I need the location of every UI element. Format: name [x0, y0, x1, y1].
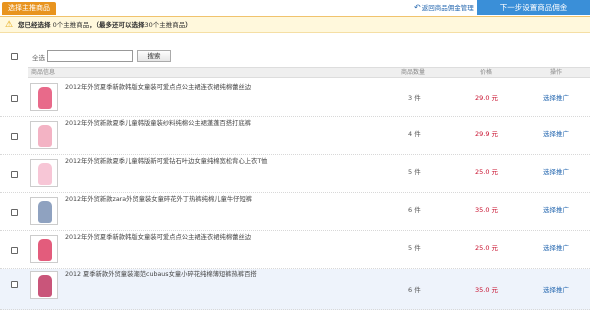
product-title: 2012年外贸新款夏季儿童韩版童装纱料纯棉公主裙蓬蓬百搭打底裤 — [65, 120, 252, 127]
row-checkbox[interactable] — [11, 95, 18, 102]
return-arrow-icon: ↶ — [414, 3, 421, 12]
product-price: 25.0 元 — [475, 168, 499, 176]
product-thumbnail[interactable] — [30, 83, 58, 111]
table-row: 2012年外贸夏季新款韩版女童装可爱点点公主裙连衣裙纯棉蕾丝边 5 件 25.0… — [0, 231, 590, 269]
garment-image — [38, 87, 52, 109]
product-quantity: 4 件 — [408, 130, 421, 138]
product-title: 2012年外贸新款zara外贸童装女童碎花外丁热裤纯棉儿童牛仔短裤 — [65, 196, 253, 203]
product-quantity: 6 件 — [408, 286, 421, 294]
table-row: 2012 夏季新款外贸童装潮范cubaus女童小碎花纯棉薄短裤热裤百搭 6 件 … — [0, 269, 590, 310]
garment-image — [38, 125, 52, 147]
back-to-commission-link[interactable]: ↶返回商品佣金管理 — [414, 2, 474, 14]
row-checkbox[interactable] — [11, 171, 18, 178]
product-quantity: 6 件 — [408, 206, 421, 214]
row-checkbox[interactable] — [11, 281, 18, 288]
notice-prefix: 您已经选择 — [18, 21, 51, 29]
product-price: 35.0 元 — [475, 206, 499, 214]
select-promote-link[interactable]: 选择推广 — [543, 130, 569, 138]
garment-image — [38, 201, 52, 223]
select-promote-link[interactable]: 选择推广 — [543, 286, 569, 294]
notice-remaining: 30个主推商品 — [144, 21, 186, 29]
product-thumbnail[interactable] — [30, 197, 58, 225]
select-promote-link[interactable]: 选择推广 — [543, 244, 569, 252]
table-row: 2012年外贸夏季新款韩版女童装可爱点点公主裙连衣裙纯棉蕾丝边 3 件 29.0… — [0, 79, 590, 117]
garment-image — [38, 239, 52, 261]
product-quantity: 5 件 — [408, 168, 421, 176]
notice-suffix: ，（最多还可以选择 — [89, 21, 145, 29]
header-product-info: 商品信息 — [31, 69, 56, 76]
product-title: 2012年外贸夏季新款韩版女童装可爱点点公主裙连衣裙纯棉蕾丝边 — [65, 84, 252, 91]
search-button[interactable]: 搜索 — [137, 50, 171, 62]
select-promote-link[interactable]: 选择推广 — [543, 94, 569, 102]
select-all-checkbox[interactable] — [11, 53, 18, 60]
product-thumbnail[interactable] — [30, 271, 58, 299]
product-quantity: 5 件 — [408, 244, 421, 252]
product-title: 2012年外贸新款夏季儿童韩版新可爱钻石叶边女童纯棉宽松背心上衣T恤 — [65, 158, 268, 165]
product-thumbnail[interactable] — [30, 121, 58, 149]
table-row: 2012年外贸新款zara外贸童装女童碎花外丁热裤纯棉儿童牛仔短裤 6 件 35… — [0, 193, 590, 231]
header-quantity: 商品数量 — [401, 69, 426, 76]
selection-notice: ⚠ 您已经选择 0个主推商品，（最多还可以选择30个主推商品） — [0, 16, 590, 33]
header-price: 价格 — [480, 69, 493, 76]
table-row: 2012年外贸新款夏季儿童韩版童装纱料纯棉公主裙蓬蓬百搭打底裤 4 件 29.9… — [0, 117, 590, 155]
tab-select-main-products[interactable]: 选择主推商品 — [2, 2, 56, 15]
product-price: 29.9 元 — [475, 130, 499, 138]
table-header — [28, 67, 590, 78]
product-price: 29.0 元 — [475, 94, 499, 102]
notice-count: 0个主推商品 — [52, 21, 90, 29]
search-input[interactable] — [47, 50, 133, 62]
garment-image — [38, 275, 52, 297]
table-row: 2012年外贸新款夏季儿童韩版新可爱钻石叶边女童纯棉宽松背心上衣T恤 5 件 2… — [0, 155, 590, 193]
row-checkbox[interactable] — [11, 209, 18, 216]
row-checkbox[interactable] — [11, 247, 18, 254]
product-price: 35.0 元 — [475, 286, 499, 294]
product-quantity: 3 件 — [408, 94, 421, 102]
select-all-label: 全选 — [32, 54, 45, 62]
product-title: 2012 夏季新款外贸童装潮范cubaus女童小碎花纯棉薄短裤热裤百搭 — [65, 271, 257, 278]
row-checkbox[interactable] — [11, 133, 18, 140]
back-link-label: 返回商品佣金管理 — [421, 4, 474, 12]
product-price: 25.0 元 — [475, 244, 499, 252]
top-bar: 选择主推商品 ↶返回商品佣金管理 下一步设置商品佣金 — [0, 0, 590, 16]
notice-end: ） — [185, 21, 192, 29]
select-promote-link[interactable]: 选择推广 — [543, 168, 569, 176]
notice-message: 您已经选择 0个主推商品，（最多还可以选择30个主推商品） — [18, 21, 192, 30]
product-thumbnail[interactable] — [30, 235, 58, 263]
select-promote-link[interactable]: 选择推广 — [543, 206, 569, 214]
header-action: 操作 — [550, 69, 563, 76]
next-step-button[interactable]: 下一步设置商品佣金 — [477, 0, 590, 15]
product-title: 2012年外贸夏季新款韩版女童装可爱点点公主裙连衣裙纯棉蕾丝边 — [65, 234, 252, 241]
warning-icon: ⚠ — [5, 20, 14, 30]
garment-image — [38, 163, 52, 185]
product-thumbnail[interactable] — [30, 159, 58, 187]
